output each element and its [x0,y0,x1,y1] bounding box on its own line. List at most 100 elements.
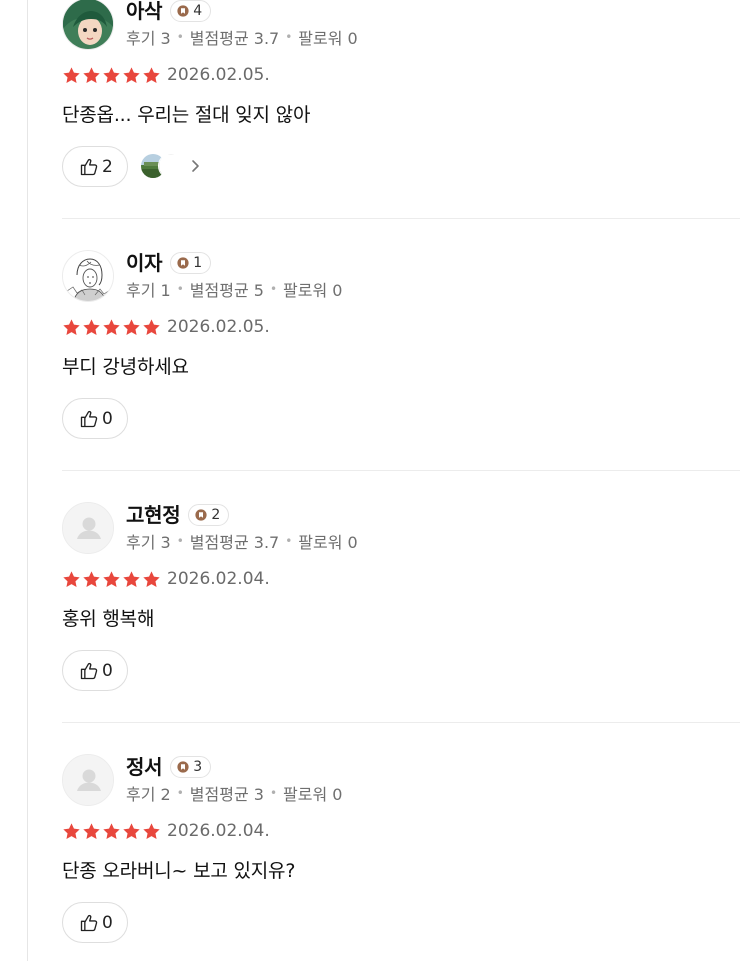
likers-preview[interactable] [140,153,200,179]
reviewer-level-badge: 1 [170,252,212,274]
badge-icon [177,5,189,17]
like-count: 0 [102,912,113,933]
badge-level: 2 [211,507,221,523]
review-item: 정서 3 후기 2 • 별점평균 3 • 팔로워 0 2026.02.04. 단… [62,754,740,961]
average-rating: 별점평균 5 [189,281,264,300]
separator-dot: • [269,786,278,800]
review-item: 고현정 2 후기 3 • 별점평균 3.7 • 팔로워 0 2026.02.04… [62,502,740,702]
rating-row: 2026.02.04. [62,820,270,842]
separator-dot: • [176,282,184,296]
star-icon [142,66,161,85]
chevron-right-icon [190,159,200,173]
review-date: 2026.02.05. [167,65,270,85]
review-date: 2026.02.04. [167,821,270,841]
star-icon [122,66,141,85]
reviewer-name[interactable]: 아삭 [126,0,163,24]
content-left-border [27,0,28,961]
reviewer-name[interactable]: 고현정 [126,502,181,528]
star-rating [62,570,161,589]
review-item: 아삭 4 후기 3 • 별점평균 3.7 • 팔로워 0 2026.02.05.… [62,0,740,198]
like-button[interactable]: 2 [62,146,128,187]
reviewer-name[interactable]: 정서 [126,754,163,780]
star-icon [102,318,121,337]
user-silhouette-icon [63,755,114,806]
reviewer-stats: 후기 2 • 별점평균 3 • 팔로워 0 [126,782,342,804]
star-icon [82,570,101,589]
thumbs-up-icon [79,661,99,681]
reviewer-stats: 후기 3 • 별점평균 3.7 • 팔로워 0 [126,530,358,552]
thumbs-up-icon [79,913,99,933]
star-icon [102,66,121,85]
review-count: 후기 2 [126,785,171,804]
star-icon [62,318,81,337]
reviewer-name[interactable]: 이자 [126,250,163,276]
star-icon [142,570,161,589]
separator-dot: • [176,786,184,800]
like-count: 2 [102,156,113,177]
star-rating [62,822,161,841]
default-user-avatar[interactable] [62,754,114,806]
star-icon [142,318,161,337]
badge-level: 3 [193,759,203,775]
star-icon [122,822,141,841]
follower-count: 팔로워 0 [298,29,358,48]
thumbs-up-icon [79,157,99,177]
badge-icon [195,509,207,521]
follower-count: 팔로워 0 [283,281,343,300]
star-rating [62,318,161,337]
like-count: 0 [102,408,113,429]
separator-dot: • [285,30,293,44]
review-item: 이자 1 후기 1 • 별점평균 5 • 팔로워 0 2026.02.05. 부… [62,250,740,450]
badge-level: 4 [193,3,203,19]
like-button[interactable]: 0 [62,902,128,943]
reviewer-level-badge: 3 [170,756,212,778]
like-count: 0 [102,660,113,681]
average-rating: 별점평균 3 [189,785,264,804]
review-text: 단종 오라버니~ 보고 있지유? [62,860,296,882]
badge-icon [177,257,189,269]
follower-count: 팔로워 0 [283,785,343,804]
review-text: 단종옵... 우리는 절대 잊지 않아 [62,104,311,126]
follower-count: 팔로워 0 [298,533,358,552]
star-rating [62,66,161,85]
review-divider [62,722,740,723]
average-rating: 별점평균 3.7 [189,533,280,552]
reviewer-stats: 후기 3 • 별점평균 3.7 • 팔로워 0 [126,26,358,48]
star-icon [102,570,121,589]
review-text: 부디 강녕하세요 [62,356,189,378]
star-icon [82,318,101,337]
review-divider [62,218,740,219]
star-icon [122,318,141,337]
star-icon [142,822,161,841]
separator-dot: • [269,282,278,296]
user-silhouette-icon [63,503,114,554]
separator-dot: • [285,534,293,548]
default-user-avatar[interactable] [62,502,114,554]
thumbs-up-icon [79,409,99,429]
star-icon [102,822,121,841]
badge-icon [177,761,189,773]
star-icon [62,66,81,85]
review-date: 2026.02.05. [167,317,270,337]
liker-avatar-blank [158,153,184,179]
review-count: 후기 3 [126,29,171,48]
star-icon [62,570,81,589]
like-button[interactable]: 0 [62,650,128,691]
green-hair-character-avatar[interactable] [62,0,114,50]
star-icon [62,822,81,841]
reviewer-level-badge: 2 [188,504,230,526]
like-button[interactable]: 0 [62,398,128,439]
reviewer-level-badge: 4 [170,0,212,22]
sketch-portrait-avatar[interactable] [62,250,114,302]
review-count: 후기 3 [126,533,171,552]
star-icon [122,570,141,589]
review-count: 후기 1 [126,281,171,300]
star-icon [82,822,101,841]
badge-level: 1 [193,255,203,271]
review-divider [62,470,740,471]
review-text: 홍위 행복해 [62,608,155,630]
star-icon [82,66,101,85]
rating-row: 2026.02.05. [62,316,270,338]
review-date: 2026.02.04. [167,569,270,589]
average-rating: 별점평균 3.7 [189,29,280,48]
